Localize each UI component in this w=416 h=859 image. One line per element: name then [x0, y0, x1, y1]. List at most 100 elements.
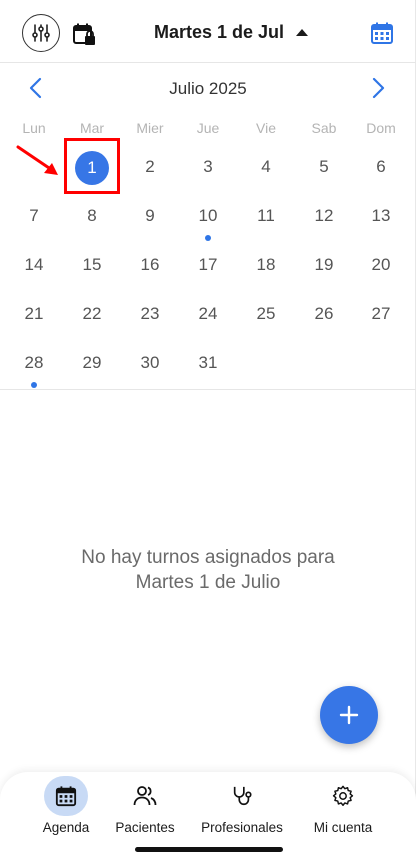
calendar-icon	[55, 786, 77, 807]
day-number: 10	[198, 206, 218, 225]
calendar-day[interactable]: 8	[63, 189, 121, 238]
calendar-day[interactable]: 16	[121, 238, 179, 287]
add-appointment-button[interactable]	[320, 686, 378, 744]
day-number: 11	[257, 206, 275, 225]
selected-date-title[interactable]: Martes 1 de Jul	[154, 22, 309, 43]
calendar-lock-icon[interactable]	[72, 22, 96, 46]
tab-profesionales[interactable]: Profesionales	[190, 772, 294, 842]
day-number: 6	[376, 157, 386, 176]
calendar-day[interactable]: 21	[5, 287, 63, 336]
day-number: 31	[198, 353, 218, 372]
day-number: 17	[198, 255, 218, 274]
calendar-day[interactable]: 26	[295, 287, 353, 336]
calendar-day[interactable]: 5	[295, 140, 353, 189]
day-number: 8	[87, 206, 97, 225]
calendar-day[interactable]: 20	[352, 238, 410, 287]
day-number: 29	[82, 353, 102, 372]
day-number: 27	[371, 304, 391, 323]
calendar-day[interactable]: 18	[237, 238, 295, 287]
day-number: 21	[24, 304, 44, 323]
calendar-day[interactable]: 17	[179, 238, 237, 287]
weekday-label: Sab	[311, 120, 337, 136]
day-number: 9	[145, 206, 155, 225]
weekday-label: Dom	[366, 120, 396, 136]
calendar-day[interactable]: 24	[179, 287, 237, 336]
stethoscope-icon	[233, 786, 252, 806]
day-number: 13	[371, 206, 391, 225]
day-number: 5	[319, 157, 329, 176]
bottom-navigation: Agenda Pacientes Profesionales Mi cuenta	[0, 772, 416, 859]
sliders-icon	[32, 24, 50, 42]
weekday-label: Jue	[196, 120, 220, 136]
month-label: Julio 2025	[169, 79, 247, 98]
weekday-label: Mar	[79, 120, 105, 136]
day-number: 26	[314, 304, 334, 323]
calendar-day[interactable]: 3	[179, 140, 237, 189]
calendar-day[interactable]: 27	[352, 287, 410, 336]
tab-icon-wrap	[220, 776, 264, 816]
day-number: 28	[24, 353, 44, 372]
tab-pacientes[interactable]: Pacientes	[93, 772, 197, 842]
day-number: 30	[140, 353, 160, 372]
day-number: 22	[82, 304, 102, 323]
calendar-day[interactable]: 10	[179, 189, 237, 241]
calendar-day[interactable]: 4	[237, 140, 295, 189]
calendar-day[interactable]: 31	[179, 336, 237, 385]
annotation-highlight-box	[64, 138, 120, 194]
calendar-day[interactable]: 6	[352, 140, 410, 189]
tab-icon-wrap	[123, 776, 167, 816]
weekday-label: Lun	[22, 120, 46, 136]
day-number: 16	[140, 255, 160, 274]
tab-icon-wrap	[321, 776, 365, 816]
tab-mi-cuenta[interactable]: Mi cuenta	[291, 772, 395, 842]
day-number: 18	[256, 255, 276, 274]
calendar-day[interactable]: 9	[121, 189, 179, 238]
day-number: 23	[140, 304, 160, 323]
top-header: Martes 1 de Jul	[0, 0, 416, 64]
day-number: 19	[314, 255, 334, 274]
day-number: 14	[24, 255, 44, 274]
filter-button[interactable]	[22, 14, 60, 52]
calendar-day[interactable]: 13	[352, 189, 410, 238]
event-dot	[31, 382, 37, 388]
calendar-day[interactable]: 25	[237, 287, 295, 336]
date-title-text: Martes 1 de Jul	[154, 22, 285, 42]
day-number: 15	[82, 255, 102, 274]
tab-label: Profesionales	[201, 820, 283, 835]
day-number: 4	[261, 157, 271, 176]
day-number: 2	[145, 157, 155, 176]
calendar-day[interactable]: 23	[121, 287, 179, 336]
tab-icon-wrap	[44, 776, 88, 816]
calendar-day[interactable]: 29	[63, 336, 121, 385]
calendar-day[interactable]: 2	[121, 140, 179, 189]
chevron-right-icon[interactable]	[366, 76, 390, 100]
home-indicator	[135, 847, 283, 852]
day-number: 25	[256, 304, 276, 323]
header-divider	[0, 62, 416, 63]
calendar-day[interactable]: 11	[237, 189, 295, 238]
tab-label: Mi cuenta	[313, 820, 373, 835]
day-number: 7	[29, 206, 39, 225]
calendar-icon[interactable]	[370, 21, 394, 45]
empty-state-line-2: Martes 1 de Julio	[135, 572, 281, 593]
day-number: 24	[198, 304, 218, 323]
calendar-day[interactable]: 12	[295, 189, 353, 238]
calendar-day[interactable]: 14	[5, 238, 63, 287]
empty-state-line-1: No hay turnos asignados para	[81, 547, 335, 568]
calendar-day[interactable]: 19	[295, 238, 353, 287]
tab-label: Pacientes	[115, 820, 175, 835]
users-icon	[133, 786, 157, 806]
calendar-day[interactable]: 30	[121, 336, 179, 385]
day-number: 3	[203, 157, 213, 176]
day-number: 12	[314, 206, 334, 225]
caret-up-icon	[296, 29, 309, 36]
calendar-day[interactable]: 28	[5, 336, 63, 388]
annotation-arrow-icon	[16, 145, 58, 175]
empty-state-message: No hay turnos asignados para Martes 1 de…	[0, 545, 416, 595]
calendar-day[interactable]: 22	[63, 287, 121, 336]
day-number: 20	[371, 255, 391, 274]
month-navigation: Julio 2025	[0, 70, 416, 108]
calendar-day[interactable]: 15	[63, 238, 121, 287]
calendar-day[interactable]: 7	[5, 189, 63, 238]
calendar-divider	[0, 389, 416, 390]
